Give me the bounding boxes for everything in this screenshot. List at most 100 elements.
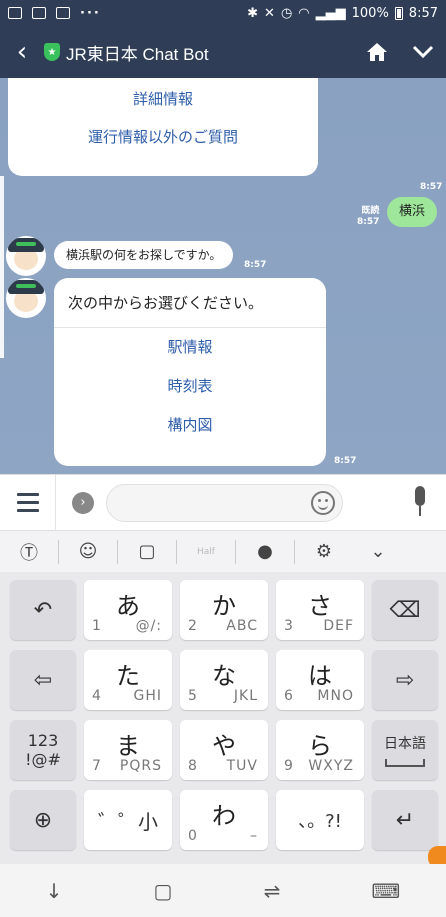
message-input[interactable] — [106, 483, 343, 522]
key-ka[interactable]: か 2 ABC — [180, 580, 268, 640]
option-station-map[interactable]: 構内図 — [54, 406, 326, 445]
option-detail-info[interactable]: 詳細情報 — [8, 80, 318, 118]
key-number: 1 — [92, 618, 101, 634]
option-station-info[interactable]: 駅情報 — [54, 328, 326, 367]
text-transform-icon: Ⓣ — [20, 542, 38, 564]
battery-icon — [394, 6, 403, 20]
key-number: 5 — [188, 688, 197, 704]
key-na[interactable]: な 5 JKL — [180, 650, 268, 710]
key-ta[interactable]: た 4 GHI — [84, 650, 172, 710]
key-number: 7 — [92, 758, 101, 774]
key-letters: TUV — [226, 758, 258, 774]
key-ra[interactable]: ら 9 WXYZ — [276, 720, 364, 780]
half-width-button[interactable]: Half — [177, 531, 235, 573]
dakuten-key[interactable]: ゛゜小 — [84, 790, 172, 850]
backspace-key[interactable]: ⌫ — [372, 580, 438, 640]
key-kana: な — [212, 662, 236, 690]
back-button[interactable]: ‹ — [0, 26, 44, 78]
gear-icon: ⚙ — [315, 541, 333, 562]
read-time: 8:57 — [357, 217, 380, 227]
key-letters: ABC — [226, 618, 258, 634]
punctuation-key[interactable]: 、。?! — [276, 790, 364, 850]
voice-input-button[interactable] — [410, 485, 430, 520]
shield-status-icon — [8, 7, 22, 19]
bot-avatar[interactable] — [6, 236, 46, 276]
key-number: 6 — [284, 688, 293, 704]
sticker-button[interactable]: ▢ — [118, 531, 176, 573]
signal-icon: ▂▄▆ — [315, 5, 346, 21]
key-ma[interactable]: ま 7 PQRS — [84, 720, 172, 780]
alarm-icon: ◷ — [280, 5, 293, 21]
rich-menu-button[interactable] — [0, 474, 56, 531]
key-letters: DEF — [323, 618, 354, 634]
key-number: 2 — [188, 618, 197, 634]
read-receipt: 既読 8:57 — [357, 206, 379, 228]
message-input-wrap — [106, 483, 343, 522]
keyboard-switch-button[interactable]: ⌨ — [372, 879, 401, 903]
emoji-button[interactable]: ☺ — [59, 531, 117, 573]
language-label: 日本語 — [384, 736, 426, 752]
bluetooth-icon: ✱ — [247, 5, 259, 21]
arrow-left-icon: ⇦ — [33, 667, 53, 693]
key-kana: ま — [116, 732, 140, 760]
hide-keyboard-button[interactable]: ↓ — [46, 879, 63, 903]
chat-title: JR東日本 Chat Bot — [66, 44, 209, 64]
globe-icon: ⊕ — [33, 807, 53, 833]
verified-shield-icon: ★ — [44, 43, 60, 61]
key-sa[interactable]: さ 3 DEF — [276, 580, 364, 640]
wifi-icon: ◠ — [298, 5, 310, 21]
keyboard-mic-button[interactable]: ● — [236, 531, 294, 573]
cursor-left-key[interactable]: ⇦ — [10, 650, 76, 710]
sticker-icon: ▢ — [138, 541, 156, 562]
key-ha[interactable]: は 6 MNO — [276, 650, 364, 710]
enter-key[interactable]: ↵ — [372, 790, 438, 850]
key-letters: WXYZ — [308, 758, 354, 774]
globe-key[interactable]: ⊕ — [10, 790, 76, 850]
mic-icon: ● — [257, 541, 273, 562]
key-a[interactable]: あ 1 @/: — [84, 580, 172, 640]
mic-icon — [415, 485, 425, 506]
read-label: 既読 — [361, 206, 380, 216]
emoji-icon[interactable] — [311, 490, 335, 515]
key-letters: GHI — [133, 688, 162, 704]
more-notifications-icon: ··· — [80, 5, 101, 21]
key-kana: や — [212, 732, 236, 760]
choice-card-time: 8:57 — [334, 456, 357, 466]
chevron-down-icon: ⌄ — [370, 541, 386, 562]
option-timetable[interactable]: 時刻表 — [54, 367, 326, 406]
key-kana: か — [212, 592, 236, 620]
recents-button[interactable]: ⇌ — [264, 879, 281, 903]
dropdown-menu-button[interactable] — [400, 26, 446, 78]
keyboard-settings-button[interactable]: ⚙ — [295, 531, 353, 573]
bot-message-time: 8:57 — [244, 260, 267, 270]
mute-icon: ✕ — [264, 5, 275, 21]
key-letters: – — [250, 828, 258, 844]
cursor-right-key[interactable]: ⇨ — [372, 650, 438, 710]
chat-area[interactable]: 詳細情報 運行情報以外のご質問 8:57 既読 8:57 横浜 横浜駅の何をお探… — [0, 78, 446, 474]
home-nav-button[interactable]: ▢ — [154, 879, 173, 903]
scroll-edge — [0, 176, 4, 358]
key-kana: わ — [212, 802, 236, 830]
key-kana: は — [308, 662, 332, 690]
key-ya[interactable]: や 8 TUV — [180, 720, 268, 780]
battery-percent: 100% — [351, 5, 389, 21]
undo-key[interactable]: ↶ — [10, 580, 76, 640]
option-other-questions[interactable]: 運行情報以外のご質問 — [8, 118, 318, 156]
number-mode-key[interactable]: 123 !@# — [10, 720, 76, 780]
punctuation-label: 、。?! — [298, 811, 342, 832]
key-kana: た — [116, 662, 140, 690]
choice-card-title: 次の中からお選びください。 — [54, 278, 326, 328]
image-status-icon — [56, 7, 70, 19]
key-wa[interactable]: わ 0 – — [180, 790, 268, 850]
key-number: 9 — [284, 758, 293, 774]
backspace-icon: ⌫ — [389, 597, 421, 623]
bot-avatar[interactable] — [6, 278, 46, 318]
collapse-keyboard-button[interactable]: ⌄ — [353, 531, 403, 573]
expand-arrow-button[interactable]: › — [72, 491, 94, 514]
chevron-down-icon — [412, 45, 434, 59]
home-button[interactable] — [354, 26, 400, 78]
message-input-bar: › — [0, 474, 446, 531]
dakuten-label: ゛゜小 — [98, 809, 158, 834]
text-mode-button[interactable]: Ⓣ — [0, 531, 58, 573]
space-key[interactable]: 日本語 — [372, 720, 438, 780]
